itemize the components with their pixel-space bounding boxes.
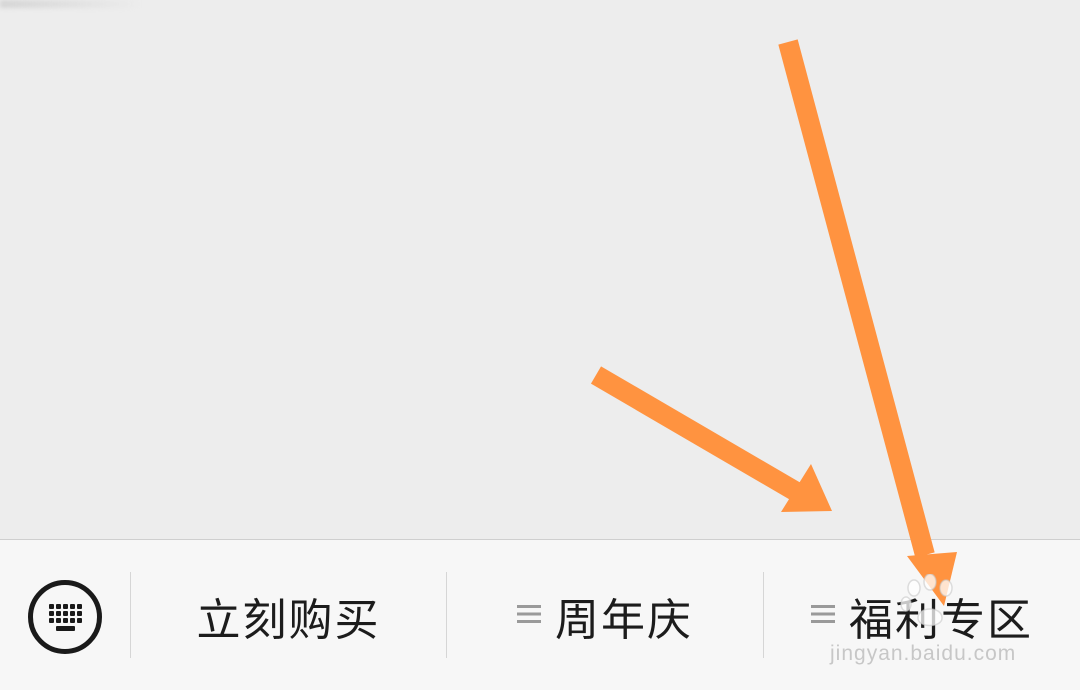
keyboard-toggle-button[interactable] bbox=[28, 580, 102, 654]
menu-item-welfare-zone[interactable]: 福利专区 bbox=[764, 576, 1080, 656]
menu-item-label: 周年庆 bbox=[555, 595, 693, 646]
top-shadow bbox=[0, 0, 140, 8]
keyboard-icon bbox=[49, 604, 82, 631]
menu-item-label: 立刻购买 bbox=[196, 595, 381, 646]
chat-content-area bbox=[0, 0, 1080, 539]
submenu-lines-icon bbox=[811, 603, 835, 629]
bottom-menu-bar: 立刻购买 周年庆 福利专区 bbox=[0, 539, 1080, 690]
menu-item-anniversary[interactable]: 周年庆 bbox=[447, 576, 763, 656]
menu-item-buy-now[interactable]: 立刻购买 bbox=[131, 576, 446, 656]
submenu-lines-icon bbox=[517, 603, 541, 629]
menu-item-label: 福利专区 bbox=[849, 595, 1033, 646]
